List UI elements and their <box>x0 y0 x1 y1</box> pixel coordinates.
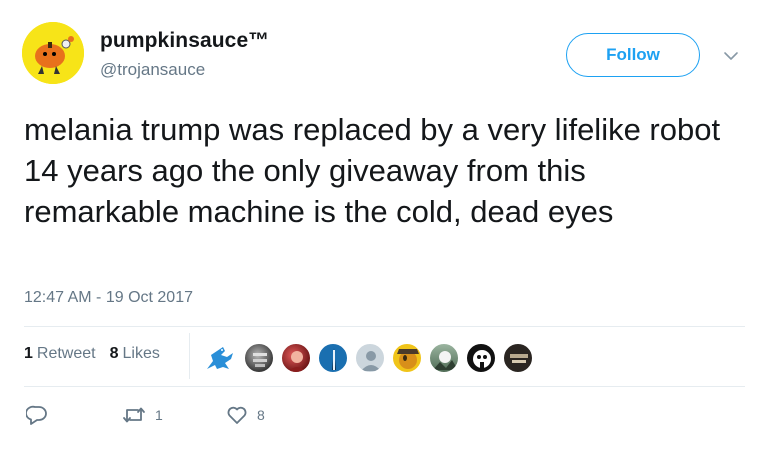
liker-avatar[interactable] <box>466 343 496 373</box>
likes-stat[interactable]: 8 Likes <box>110 345 160 363</box>
retweet-button[interactable]: 1 <box>122 406 226 424</box>
blue-circle-icon <box>332 348 336 370</box>
like-button[interactable]: 8 <box>226 405 265 425</box>
heart-icon <box>227 406 247 424</box>
stats-separator <box>189 333 190 379</box>
like-count: 8 <box>257 407 265 423</box>
liker-avatar[interactable] <box>281 343 311 373</box>
retweets-stat[interactable]: 1 Retweet <box>24 345 96 363</box>
divider <box>24 326 745 327</box>
pumpkin-character-icon <box>22 22 84 84</box>
default-user-icon <box>361 351 381 371</box>
likes-count: 8 <box>109 345 119 362</box>
grey-photo-icon <box>253 353 267 367</box>
liker-avatar[interactable] <box>392 343 422 373</box>
tweet-text: melania trump was replaced by a very lif… <box>24 112 721 229</box>
likers-avatars <box>203 342 540 374</box>
likes-label: Likes <box>122 345 160 362</box>
landscape-photo-icon <box>433 351 458 370</box>
display-name[interactable]: pumpkinsauce™ <box>100 29 269 53</box>
liker-avatar[interactable] <box>355 343 385 373</box>
liker-avatar[interactable] <box>318 343 348 373</box>
retweets-label: Retweet <box>36 345 96 362</box>
retweet-count: 1 <box>155 407 163 423</box>
chevron-down-icon[interactable] <box>723 50 739 62</box>
yellow-cartoon-icon <box>397 349 419 369</box>
blue-lizard-icon <box>207 347 233 369</box>
reply-button[interactable] <box>26 405 122 425</box>
red-photo-icon <box>288 351 306 372</box>
avatar[interactable] <box>22 22 84 84</box>
reply-icon <box>26 405 47 425</box>
liker-avatar[interactable] <box>503 343 533 373</box>
tweet-timestamp[interactable]: 12:47 AM - 19 Oct 2017 <box>24 289 193 307</box>
divider <box>24 386 745 387</box>
tweet-stats: 1 Retweet 8 Likes <box>24 345 174 363</box>
retweet-icon <box>123 407 145 423</box>
user-handle[interactable]: @trojansauce <box>100 60 205 80</box>
tweet-actions: 1 8 <box>26 405 265 425</box>
liker-avatar[interactable] <box>429 343 459 373</box>
retweets-count: 1 <box>24 345 33 362</box>
liker-avatar[interactable] <box>244 343 274 373</box>
dark-photo-icon <box>510 354 528 363</box>
follow-button[interactable]: Follow <box>566 33 700 77</box>
black-white-photo-icon <box>473 350 491 368</box>
liker-avatar[interactable] <box>203 343 237 373</box>
